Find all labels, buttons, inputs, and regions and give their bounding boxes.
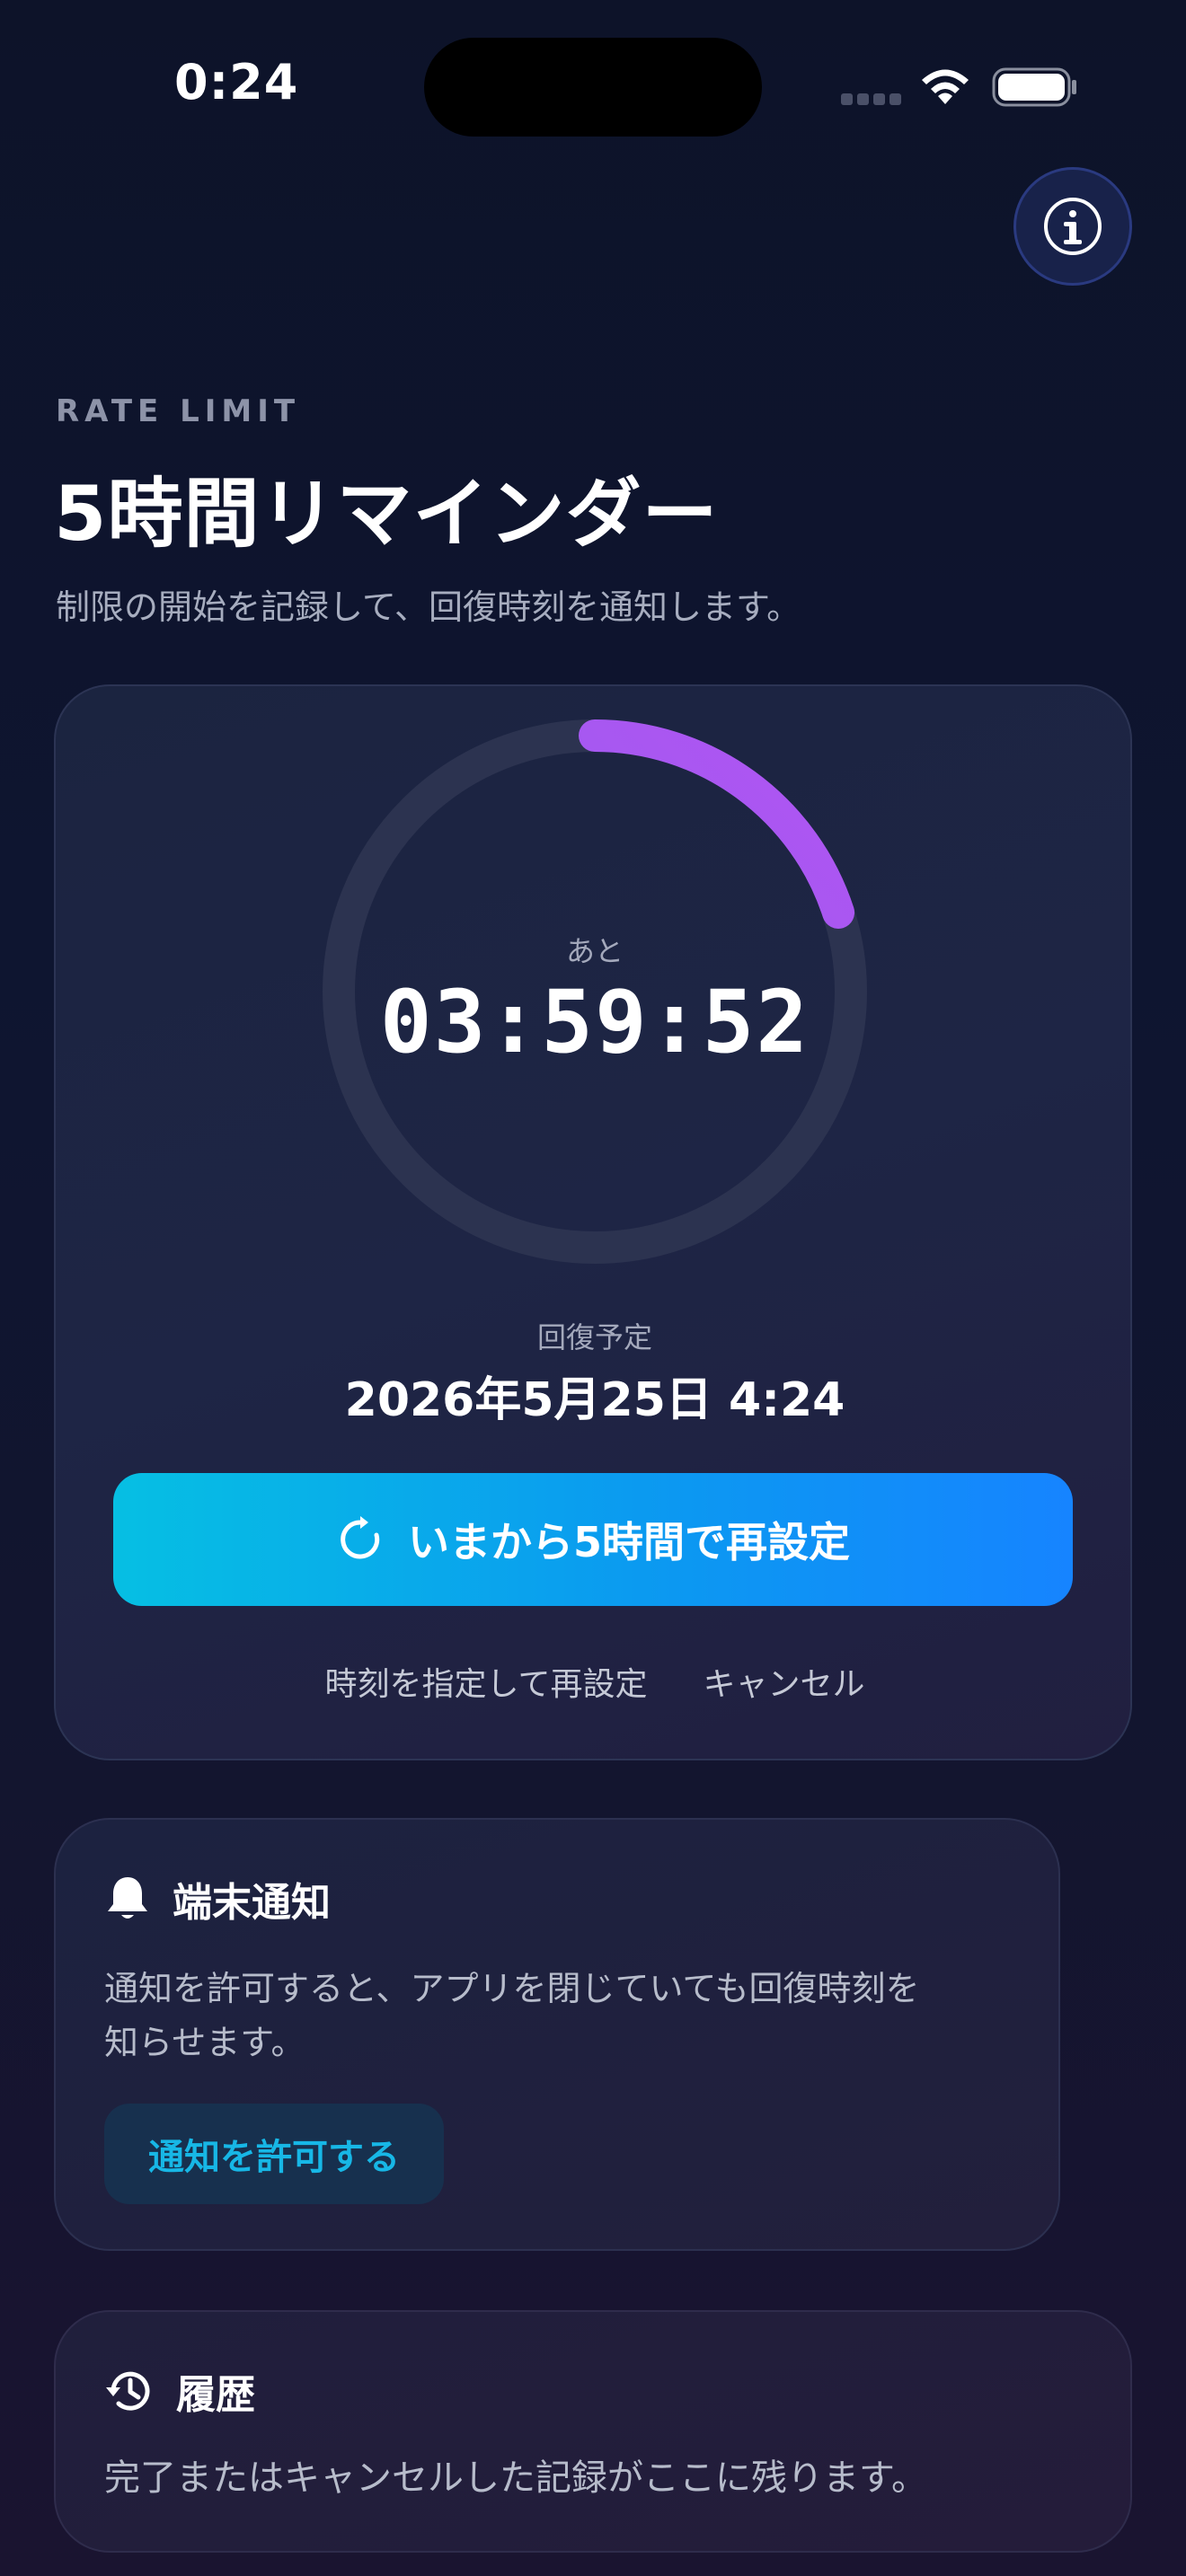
notification-description-line-1: 通知を許可すると、アプリを閉じていても回復時刻を — [104, 1969, 920, 2008]
cancel-link[interactable]: キャンセル — [703, 1658, 864, 1705]
battery-icon — [992, 67, 1076, 107]
cellular-signal-icon — [841, 93, 902, 106]
reset-button-label: いまから5時間で再設定 — [407, 1518, 850, 1566]
notification-card: 端末通知 通知を許可すると、アプリを閉じていても回復時刻を 知らせます。 通知を… — [54, 1818, 1060, 2251]
history-icon — [106, 2371, 150, 2411]
page-title: 5時間リマインダー — [54, 470, 719, 558]
recovery-label: 回復予定 — [536, 1320, 652, 1354]
dynamic-island — [424, 38, 762, 137]
notification-description: 通知を許可すると、アプリを閉じていても回復時刻を 知らせます。 — [104, 1962, 1021, 2069]
notification-card-header: 端末通知 — [102, 1870, 331, 1928]
set-time-reset-link[interactable]: 時刻を指定して再設定 — [325, 1658, 648, 1705]
history-description: 完了またはキャンセルした記録がここに残ります。 — [104, 2457, 927, 2499]
notification-title: 端末通知 — [173, 1880, 331, 1926]
info-button[interactable] — [1013, 167, 1132, 286]
history-card: 履歴 完了またはキャンセルした記録がここに残ります。 — [54, 2310, 1132, 2553]
info-icon — [1044, 198, 1102, 255]
refresh-icon — [341, 1516, 380, 1559]
timer-card: あと 03:59:52 回復予定 2026年5月25日 4:24 いまから5時間… — [54, 684, 1132, 1760]
reset-five-hours-button[interactable]: いまから5時間で再設定 — [113, 1473, 1073, 1606]
bell-icon — [108, 1877, 147, 1919]
history-title: 履歴 — [176, 2372, 255, 2418]
recovery-datetime: 2026年5月25日 4:24 — [344, 1373, 845, 1427]
status-bar: 0:24 — [0, 0, 1186, 171]
status-time: 0:24 — [174, 54, 299, 110]
remaining-time: 03:59:52 — [379, 972, 810, 1072]
secondary-actions: 時刻を指定して再設定 キャンセル — [56, 1658, 1134, 1705]
eyebrow-label: RATE LIMIT — [56, 393, 301, 429]
remaining-label: あと — [565, 934, 624, 968]
allow-notifications-button[interactable]: 通知を許可する — [104, 2104, 444, 2204]
history-card-header: 履歴 — [102, 2362, 255, 2420]
notification-description-line-2: 知らせます。 — [104, 2023, 305, 2062]
page-subtitle: 制限の開始を記録して、回復時刻を通知します。 — [56, 587, 801, 627]
wifi-icon — [922, 69, 969, 104]
